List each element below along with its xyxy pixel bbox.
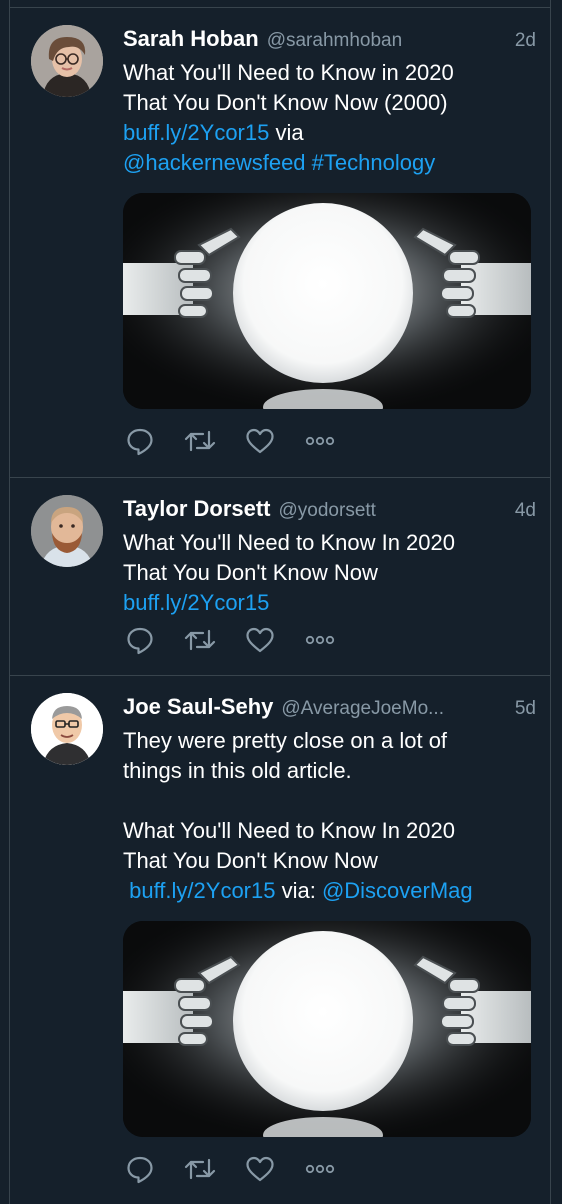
tweet-actions [123,1152,337,1186]
mention-link[interactable]: @DiscoverMag [322,878,473,903]
tweet-header: Taylor Dorsett @yodorsett 4d [123,496,536,526]
heart-icon[interactable] [243,623,277,657]
avatar[interactable] [31,495,103,567]
hashtag-link[interactable]: #Technology [312,150,436,175]
tweet-text-line: That You Don't Know Now [123,846,540,876]
timeline: Sarah Hoban @sarahmhoban 2d What You'll … [9,0,551,1204]
tweet-text-line: What You'll Need to Know In 2020 [123,528,540,558]
crystal-ball-robot-hands-image[interactable] [123,193,531,409]
heart-icon[interactable] [243,1152,277,1186]
tweet-text-line [123,786,540,816]
text-segment: What You'll Need to Know in 2020 [123,60,454,85]
text-segment: via [269,120,304,145]
tweet[interactable]: Sarah Hoban @sarahmhoban 2d What You'll … [10,7,550,477]
tweet-actions [123,424,337,458]
text-segment: That You Don't Know Now [123,848,378,873]
display-name[interactable]: Joe Saul-Sehy [123,694,273,720]
text-segment: things in this old article. [123,758,352,783]
link-url[interactable]: buff.ly/2Ycor15 [123,590,269,615]
text-segment: That You Don't Know Now (2000) [123,90,448,115]
tweet-text-line: That You Don't Know Now [123,558,540,588]
reply-icon[interactable] [123,1152,157,1186]
user-handle[interactable]: @AverageJoeMo... [281,698,504,720]
retweet-icon[interactable] [183,1152,217,1186]
more-icon[interactable] [303,424,337,458]
reply-icon[interactable] [123,623,157,657]
text-segment: What You'll Need to Know In 2020 [123,530,455,555]
timestamp[interactable]: 4d [515,500,536,522]
more-icon[interactable] [303,623,337,657]
display-name[interactable]: Sarah Hoban [123,26,259,52]
timestamp[interactable]: 2d [515,30,536,52]
tweet-text: What You'll Need to Know in 2020 That Yo… [123,58,540,178]
text-segment: What You'll Need to Know In 2020 [123,818,455,843]
tweet-text-line: buff.ly/2Ycor15 [123,588,540,618]
user-handle[interactable]: @sarahmhoban [267,30,505,52]
crystal-ball-robot-hands-image[interactable] [123,921,531,1137]
timestamp[interactable]: 5d [515,698,536,720]
avatar[interactable] [31,693,103,765]
tweet-text-line: things in this old article. [123,756,540,786]
tweet-text-line: buff.ly/2Ycor15 via: @DiscoverMag [123,876,540,906]
tweet-header: Joe Saul-Sehy @AverageJoeMo... 5d [123,694,536,724]
tweet-text: They were pretty close on a lot of thing… [123,726,540,906]
mention-link[interactable]: @hackernewsfeed [123,150,306,175]
reply-icon[interactable] [123,424,157,458]
more-icon[interactable] [303,1152,337,1186]
text-segment: They were pretty close on a lot of [123,728,448,753]
tweet-text-line: @hackernewsfeed #Technology [123,148,540,178]
tweet-actions [123,623,337,657]
retweet-icon[interactable] [183,424,217,458]
tweet-text-line: buff.ly/2Ycor15 via [123,118,540,148]
retweet-icon[interactable] [183,623,217,657]
text-segment: via: [275,878,322,903]
tweet-text-line: They were pretty close on a lot of [123,726,540,756]
tweet[interactable]: Taylor Dorsett @yodorsett 4d What You'll… [10,477,550,675]
avatar[interactable] [31,25,103,97]
tweet-text-line: That You Don't Know Now (2000) [123,88,540,118]
user-handle[interactable]: @yodorsett [279,500,505,522]
display-name[interactable]: Taylor Dorsett [123,496,271,522]
link-url[interactable]: buff.ly/2Ycor15 [129,878,275,903]
tweet-text-line: What You'll Need to Know In 2020 [123,816,540,846]
tweet-header: Sarah Hoban @sarahmhoban 2d [123,26,536,56]
tweet-text: What You'll Need to Know In 2020 That Yo… [123,528,540,618]
heart-icon[interactable] [243,424,277,458]
tweet-text-line: What You'll Need to Know in 2020 [123,58,540,88]
tweet[interactable]: Joe Saul-Sehy @AverageJoeMo... 5d They w… [10,675,550,1204]
text-segment: That You Don't Know Now [123,560,378,585]
link-url[interactable]: buff.ly/2Ycor15 [123,120,269,145]
